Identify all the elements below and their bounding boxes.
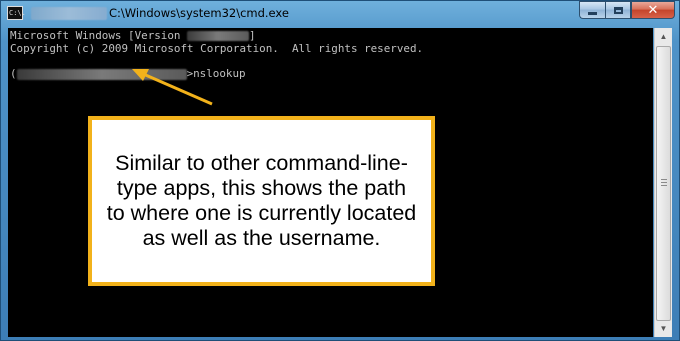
command-text: nslookup — [193, 67, 246, 80]
version-line: Microsoft Windows [Version ] — [10, 29, 256, 43]
scroll-down-icon[interactable]: ▼ — [655, 320, 672, 337]
maximize-icon — [613, 6, 623, 14]
window-controls: ✕ — [579, 1, 675, 20]
prompt-open: ( — [10, 67, 17, 80]
minimize-icon — [588, 12, 597, 15]
copyright-line: Copyright (c) 2009 Microsoft Corporation… — [10, 42, 424, 55]
version-text: Microsoft Windows [Version — [10, 29, 188, 42]
redacted-version — [187, 31, 250, 41]
redacted-path — [16, 68, 187, 80]
scroll-up-icon[interactable]: ▲ — [655, 28, 672, 45]
version-close: ] — [249, 29, 256, 42]
thumb-grip-icon — [661, 179, 667, 187]
callout-text: Similar to other command-line-type apps,… — [106, 151, 417, 250]
window-title: C:\Windows\system32\cmd.exe — [109, 6, 289, 20]
title-bar[interactable]: C:\. C:\Windows\system32\cmd.exe ✕ — [1, 1, 679, 27]
maximize-button[interactable] — [605, 1, 631, 19]
scrollbar-thumb[interactable] — [656, 46, 671, 321]
vertical-scrollbar[interactable]: ▲ ▼ — [654, 28, 672, 337]
cmd-icon[interactable]: C:\. — [7, 6, 26, 20]
minimize-button[interactable] — [579, 1, 605, 19]
redacted-title-path — [31, 7, 107, 20]
prompt-line: (>nslookup — [10, 67, 246, 81]
close-button[interactable]: ✕ — [631, 1, 675, 19]
close-icon: ✕ — [647, 2, 659, 18]
annotation-callout: Similar to other command-line-type apps,… — [88, 116, 435, 286]
